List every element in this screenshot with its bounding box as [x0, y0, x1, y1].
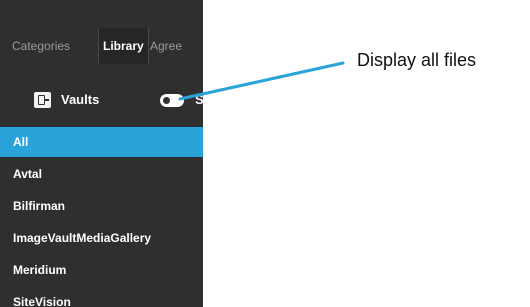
callout-pointer-line	[178, 61, 345, 101]
callout-text: Display all files	[357, 50, 477, 70]
